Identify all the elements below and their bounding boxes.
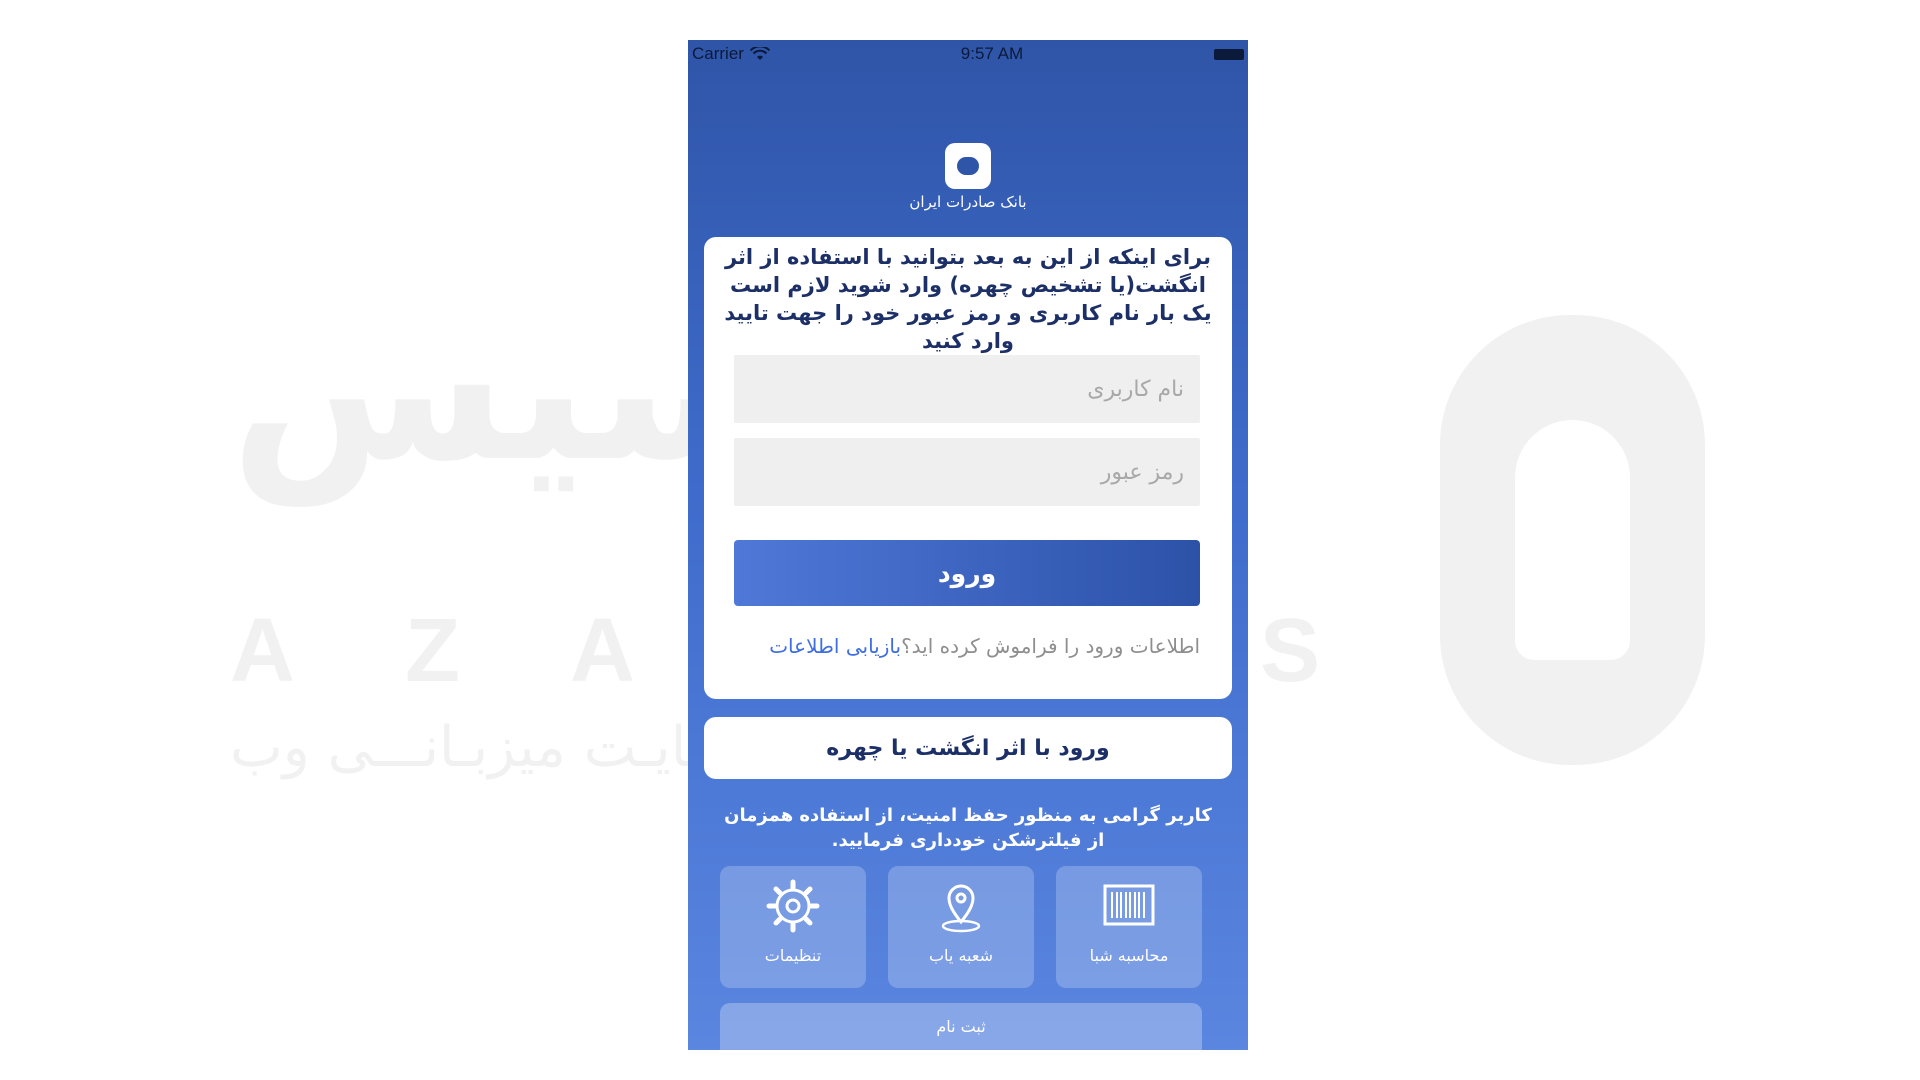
map-pin-icon [941, 884, 981, 933]
settings-tile[interactable]: تنظیمات [720, 866, 866, 988]
biometric-login-button[interactable]: ورود با اثر انگشت یا چهره [704, 717, 1232, 779]
branch-finder-tile[interactable]: شعبه یاب [888, 866, 1034, 988]
security-notice: کاربر گرامی به منظور حفظ امنیت، از استفا… [724, 805, 1212, 851]
login-card: برای اینکه از این به بعد بتوانید با استف… [704, 237, 1232, 699]
status-bar: Carrier 9:57 AM [688, 40, 1248, 68]
status-time: 9:57 AM [960, 44, 1024, 63]
sheba-calculator-tile[interactable]: محاسبه شبا [1056, 866, 1202, 988]
bank-name: بانک صادرات ایران [909, 193, 1027, 211]
phone-screen: Carrier 9:57 AM بانک صادرات ایران برای ا… [688, 40, 1248, 1050]
register-button[interactable]: ثبت نام [720, 1003, 1202, 1050]
bank-logo-icon [945, 143, 991, 189]
wifi-icon [749, 47, 770, 60]
forgot-text: اطلاعات ورود را فراموش کرده اید؟ [901, 634, 1200, 658]
biometric-login-label: ورود با اثر انگشت یا چهره [826, 735, 1110, 761]
bank-logo: بانک صادرات ایران [688, 143, 1248, 228]
barcode-icon [1103, 884, 1155, 926]
login-button[interactable]: ورود [734, 540, 1200, 606]
carrier-label: Carrier [692, 44, 744, 63]
login-intro-text: برای اینکه از این به بعد بتوانید با استف… [724, 245, 1212, 353]
recover-info-link[interactable]: بازیابی اطلاعات [769, 634, 901, 658]
settings-label: تنظیمات [764, 946, 822, 965]
password-input[interactable] [734, 438, 1200, 506]
watermark-logo [1440, 315, 1705, 765]
sheba-calculator-label: محاسبه شبا [1089, 946, 1169, 965]
branch-finder-label: شعبه یاب [928, 946, 993, 965]
battery-icon [1213, 48, 1244, 60]
username-input[interactable] [734, 355, 1200, 423]
forgot-credentials-row: اطلاعات ورود را فراموش کرده اید؟بازیابی … [734, 634, 1200, 658]
gear-icon [766, 879, 820, 933]
